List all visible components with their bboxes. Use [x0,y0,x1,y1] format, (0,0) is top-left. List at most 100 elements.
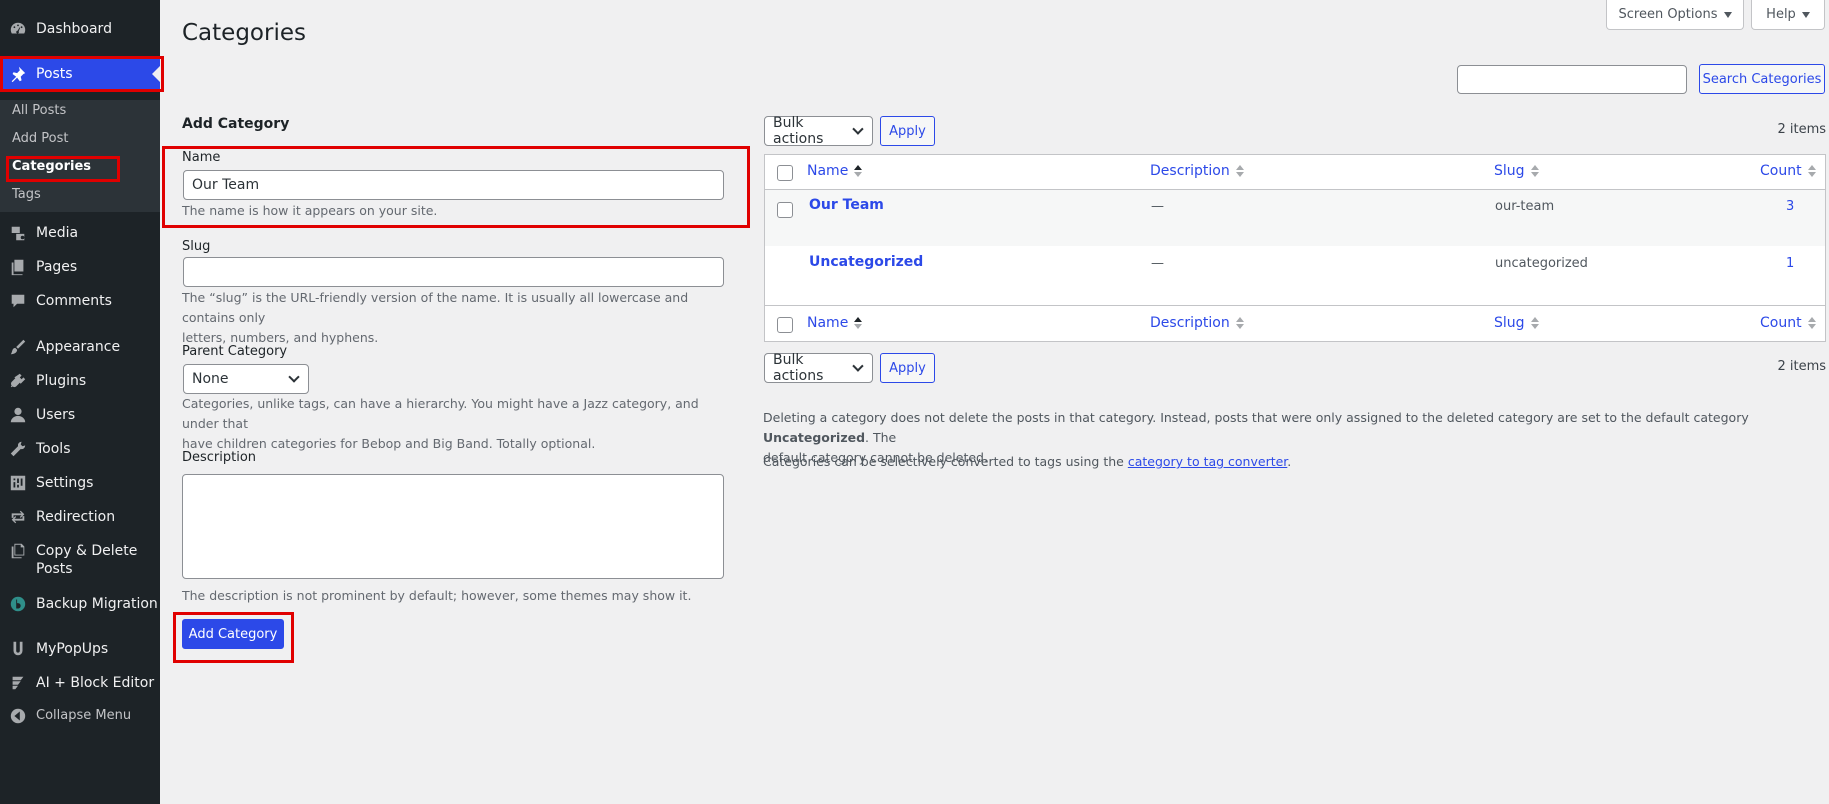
menu-media-label: Media [36,225,79,241]
menu-backup-migration-label: Backup Migration [36,596,158,612]
menu-copy-delete-label-2: Posts [36,561,73,577]
row-name-link[interactable]: Our Team [809,197,884,213]
menu-users-label: Users [36,407,76,423]
submenu-tags[interactable]: Tags [12,187,41,202]
posts-submenu: All Posts Add Post Categories Tags [0,100,160,212]
menu-copy-delete-label: Copy & Delete [36,543,138,559]
menu-ai-block-editor[interactable]: AI + Block Editor [0,672,160,694]
add-category-button[interactable]: Add Category [182,619,284,649]
description-help: The description is not prominent by defa… [182,588,692,603]
submenu-add-post[interactable]: Add Post [12,131,69,146]
slug-help: The “slug” is the URL-friendly version o… [182,288,727,348]
menu-dashboard[interactable]: Dashboard [0,18,160,40]
column-name-footer[interactable]: Name [807,315,863,331]
slug-help-line-1: The “slug” is the URL-friendly version o… [182,290,689,325]
column-count-header[interactable]: Count [1760,163,1816,179]
column-count-footer[interactable]: Count [1760,315,1816,331]
sort-icon [1807,165,1816,177]
menu-pages-label: Pages [36,259,78,275]
select-all-checkbox[interactable] [777,165,793,181]
row-count-link[interactable]: 1 [1786,256,1794,271]
help-label: Help [1766,7,1796,22]
collapse-icon [0,707,36,725]
column-name-header[interactable]: Name [807,163,863,179]
brush-icon [0,338,36,356]
menu-plugins-label: Plugins [36,373,87,389]
description-textarea[interactable] [182,474,724,579]
menu-posts[interactable]: Posts [0,57,160,91]
menu-backup-migration[interactable]: Backup Migration [0,593,160,615]
menu-posts-label: Posts [36,66,73,82]
menu-redirection[interactable]: Redirection [0,506,160,528]
menu-dashboard-label: Dashboard [36,21,112,37]
chevron-down-icon [288,371,300,383]
pin-icon [0,65,36,83]
delete-note-default: Uncategorized [763,430,866,445]
row-checkbox[interactable] [777,202,793,218]
collapse-menu-label: Collapse Menu [36,708,132,723]
menu-media[interactable]: Media [0,222,160,244]
menu-appearance-label: Appearance [36,339,121,355]
menu-mypopups[interactable]: MyPopUps [0,638,160,660]
row-name-link[interactable]: Uncategorized [809,254,923,270]
column-slug-label: Slug [1494,163,1525,179]
search-categories-input[interactable] [1457,65,1687,94]
menu-comments[interactable]: Comments [0,290,160,312]
column-description-header[interactable]: Description [1150,163,1244,179]
wrench-icon [0,440,36,458]
menu-settings-label: Settings [36,475,94,491]
submenu-categories[interactable]: Categories [12,159,91,174]
select-all-checkbox-bottom[interactable] [777,317,793,333]
admin-sidebar: Dashboard Posts All Posts Add Post Categ… [0,0,160,804]
apply-button-top[interactable]: Apply [880,116,935,146]
parent-category-select[interactable]: None [183,364,309,394]
collapse-menu[interactable]: Collapse Menu [0,706,160,726]
menu-plugins[interactable]: Plugins [0,370,160,392]
menu-appearance[interactable]: Appearance [0,336,160,358]
backup-icon [0,595,36,613]
category-tag-converter-link[interactable]: category to tag converter [1128,454,1287,469]
menu-tools[interactable]: Tools [0,438,160,460]
screen-options-button[interactable]: Screen Options [1606,0,1744,30]
table-row: Uncategorized — uncategorized 1 [765,246,1825,304]
copy-icon [0,542,36,560]
add-category-heading: Add Category [182,116,290,132]
column-slug-header[interactable]: Slug [1494,163,1539,179]
sort-icon [854,317,863,329]
apply-button-bottom[interactable]: Apply [880,353,935,383]
screen-options-label: Screen Options [1618,7,1718,22]
sort-icon [1530,317,1539,329]
categories-table: Name Description Slug Count Our Team — o… [764,154,1826,342]
search-categories-button[interactable]: Search Categories [1699,64,1825,94]
slug-input[interactable] [183,257,724,287]
column-count-label: Count [1760,163,1802,179]
description-label: Description [182,450,257,465]
menu-pages[interactable]: Pages [0,256,160,278]
table-row: Our Team — our-team 3 [765,190,1825,246]
bulk-actions-select-top[interactable]: Bulk actions [764,115,873,147]
menu-ai-block-editor-label: AI + Block Editor [36,675,155,691]
parent-category-help: Categories, unlike tags, can have a hier… [182,394,727,454]
help-button[interactable]: Help [1751,0,1825,30]
menu-mypopups-label: MyPopUps [36,641,109,657]
plug-icon [0,372,36,390]
menu-copy-delete-posts[interactable]: Copy & Delete Posts [0,542,160,578]
column-description-footer[interactable]: Description [1150,315,1244,331]
bulk-actions-select-bottom[interactable]: Bulk actions [764,352,873,384]
column-slug-footer[interactable]: Slug [1494,315,1539,331]
menu-comments-label: Comments [36,293,112,309]
parent-category-label: Parent Category [182,344,288,359]
sort-icon [1235,317,1244,329]
row-slug: our-team [1495,199,1555,214]
page-title: Categories [182,20,306,46]
converter-note-part-1: Categories can be selectively converted … [763,454,1128,469]
dashboard-icon [0,20,36,38]
name-input[interactable] [183,170,724,200]
row-count-link[interactable]: 3 [1786,199,1794,214]
submenu-all-posts[interactable]: All Posts [12,103,66,118]
menu-settings[interactable]: Settings [0,472,160,494]
pages-icon [0,258,36,276]
name-label: Name [182,150,221,165]
parent-help-line-2: have children categories for Bebop and B… [182,436,596,451]
menu-users[interactable]: Users [0,404,160,426]
